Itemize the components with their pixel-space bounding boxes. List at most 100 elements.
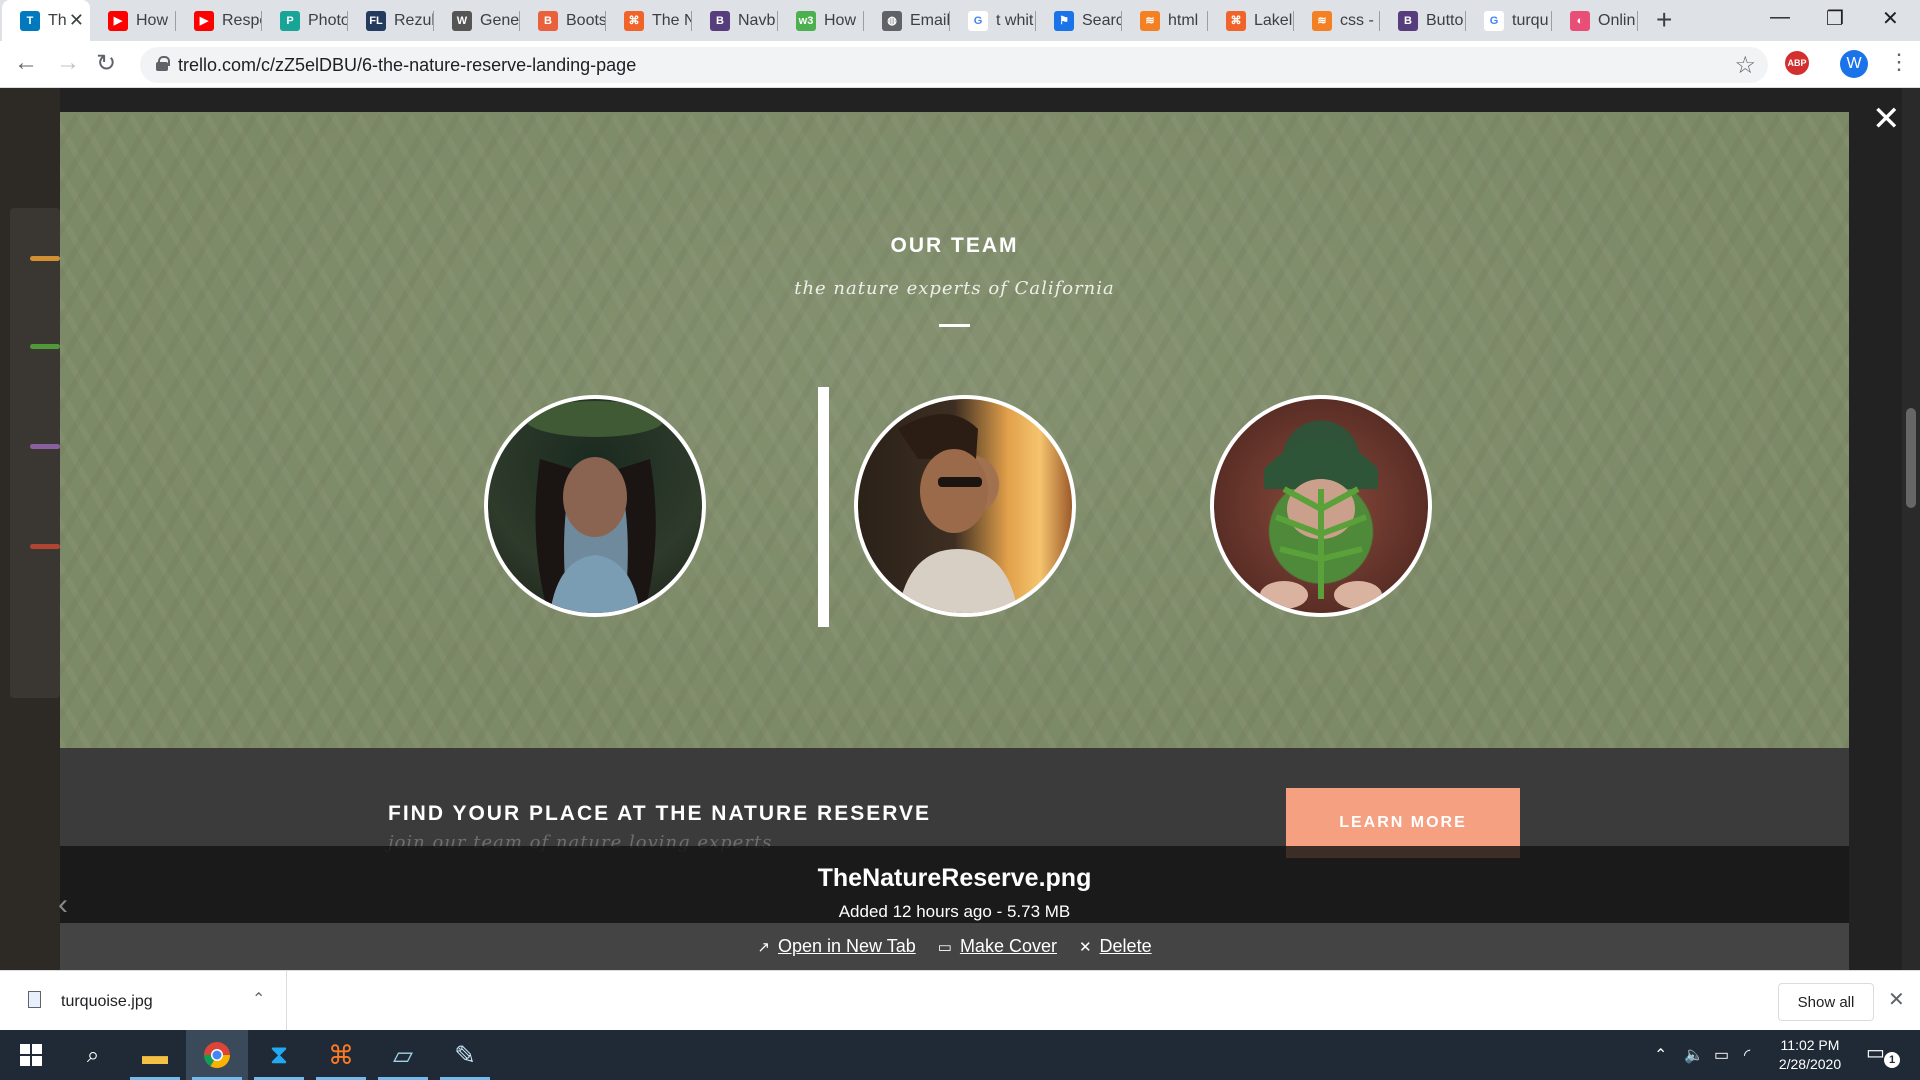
flag-icon: ⚑ [1054,10,1074,31]
page-scrollbar[interactable] [1902,88,1920,970]
maximize-button[interactable]: ❐ [1826,6,1844,31]
notepad-icon[interactable]: ▱ [372,1030,434,1080]
team-section: OUR TEAM the nature experts of Californi… [60,112,1849,748]
wordpress-icon: W [452,10,472,31]
battery-icon[interactable]: ▭ [1714,1045,1729,1065]
youtube-icon: ▶ [194,10,214,31]
trello-icon: T [20,10,40,31]
scrollbar-thumb[interactable] [1906,408,1916,508]
browser-tab[interactable]: W Gene [434,0,520,41]
lock-icon [156,56,170,71]
browser-tab[interactable]: ▶ Respo [176,0,262,41]
stackoverflow-icon: ≋ [1312,10,1332,31]
xampp-icon[interactable]: ⌘ [310,1030,372,1080]
browser-tab[interactable]: P Photo [262,0,348,41]
browser-tab[interactable]: T Th ✕ [2,0,90,41]
globe-icon: ◍ [882,10,902,31]
browser-tab[interactable]: B Navb [692,0,778,41]
forward-icon[interactable]: → [56,49,80,77]
tab-title: html [1168,11,1199,29]
browser-tab[interactable]: Gturqu [1466,0,1552,41]
browser-tab[interactable]: FL Rezul [348,0,434,41]
trello-board-background [0,88,60,970]
minimize-button[interactable]: — [1770,6,1790,29]
browser-toolbar: ← → ↻ trello.com/c/zZ5elDBU/6-the-nature… [0,41,1920,88]
chevron-up-icon[interactable]: ⌃ [1654,1045,1667,1065]
adblock-icon[interactable]: ABP [1785,51,1809,75]
tab-title: The N [652,11,692,29]
browser-tab[interactable]: Gt whit [950,0,1036,41]
browser-tab[interactable]: ≋ css - [1294,0,1380,41]
open-in-new-tab-link[interactable]: ↗ Open in New Tab [757,936,915,957]
download-item[interactable]: turquoise.jpg ⌃ [0,971,287,1031]
team-title: OUR TEAM [890,234,1019,257]
tab-close-icon[interactable]: ✕ [69,10,84,31]
file-explorer-icon[interactable]: ▬ [124,1030,186,1080]
start-button[interactable] [0,1030,62,1080]
w3schools-icon: w3 [796,10,816,31]
clock-time: 11:02 PM [1780,1037,1840,1053]
system-clock[interactable]: 11:02 PM 2/28/2020 [1760,1036,1860,1074]
tab-title: Boots [566,11,606,29]
bookmark-star-icon[interactable]: ☆ [1734,51,1756,80]
tab-title: Photo [308,11,348,29]
show-all-button[interactable]: Show all [1778,983,1874,1021]
download-file-name[interactable]: turquoise.jpg [61,993,153,1011]
attachment-preview: OUR TEAM the nature experts of Californi… [60,112,1849,970]
browser-tab[interactable]: ⌘ Lakel [1208,0,1294,41]
volume-icon[interactable]: 🔈 [1684,1045,1704,1065]
address-bar[interactable]: trello.com/c/zZ5elDBU/6-the-nature-reser… [140,47,1768,83]
make-cover-link[interactable]: ▭ Make Cover [938,936,1057,957]
board-list [10,208,60,698]
make-cover-label[interactable]: Make Cover [960,936,1057,957]
label-bar [30,544,60,549]
new-tab-button[interactable]: + [1656,4,1672,36]
wifi-icon[interactable]: ◜ [1744,1045,1750,1065]
caption-actions: ↗ Open in New Tab ▭ Make Cover ✕ Delete [60,923,1849,970]
delete-label[interactable]: Delete [1100,936,1152,957]
browser-menu-icon[interactable]: ⋮ [1888,49,1910,75]
browser-tab[interactable]: ⌘ The N [606,0,692,41]
attachment-caption: TheNatureReserve.png Added 12 hours ago … [60,846,1849,970]
previous-attachment-icon[interactable]: ‹ [58,888,68,922]
open-in-new-tab-label[interactable]: Open in New Tab [778,936,916,957]
label-bar [30,344,60,349]
search-icon[interactable]: ⌕ [62,1030,124,1080]
notification-count: 1 [1884,1052,1900,1068]
tab-title: t whit [996,11,1034,29]
close-icon[interactable]: ✕ [1872,102,1901,136]
clock-date: 2/28/2020 [1778,1056,1842,1072]
chrome-icon[interactable] [186,1030,248,1080]
browser-tab[interactable]: ▶ How [90,0,176,41]
codepen-icon: ⌘ [1226,10,1246,31]
browser-tab[interactable]: ⚑ Searc [1036,0,1122,41]
browser-tab[interactable]: B Boots [520,0,606,41]
chevron-up-icon[interactable]: ⌃ [252,989,265,1009]
page-content: OUR TEAM the nature experts of Californi… [0,88,1920,970]
browser-tab[interactable]: w3 How [778,0,864,41]
browser-tab[interactable]: B Butto [1380,0,1466,41]
browser-tab[interactable]: ◍ Email [864,0,950,41]
caption-header: TheNatureReserve.png Added 12 hours ago … [60,846,1849,923]
team-member-photo-man [854,395,1076,617]
external-link-icon: ↗ [757,938,770,956]
profile-avatar[interactable]: W [1840,50,1868,78]
windows-logo-icon [20,1044,42,1066]
stackoverflow-icon: ≋ [1140,10,1160,31]
back-icon[interactable]: ← [14,49,38,77]
close-icon[interactable]: ✕ [1888,987,1905,1012]
image-file-icon [28,991,41,1008]
tab-title: How [136,11,169,29]
reload-icon[interactable]: ↻ [96,49,116,78]
window-close-button[interactable]: ✕ [1882,6,1899,31]
tab-title: Butto [1426,11,1464,29]
vscode-icon[interactable]: ⧗ [248,1030,310,1080]
label-bar [30,444,60,449]
paint-icon[interactable]: ✎ [434,1030,496,1080]
tab-title: css - [1340,11,1374,29]
url-text[interactable]: trello.com/c/zZ5elDBU/6-the-nature-reser… [178,55,636,76]
notification-center-icon[interactable]: ▭ 1 [1866,1040,1902,1070]
browser-tab[interactable]: ◐ Onlin [1552,0,1638,41]
browser-tab[interactable]: ≋ html [1122,0,1208,41]
delete-link[interactable]: ✕ Delete [1079,936,1152,957]
